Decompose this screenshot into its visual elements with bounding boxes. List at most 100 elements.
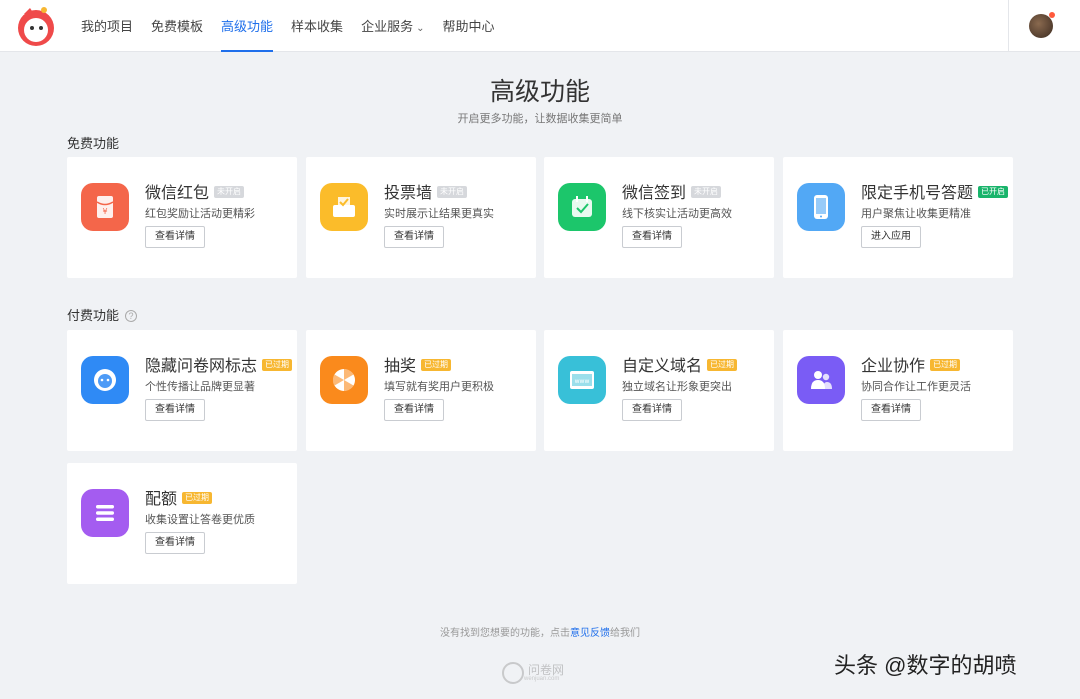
main-nav: 我的项目 免费模板 高级功能 样本收集 企业服务 ⌄ 帮助中心 (72, 0, 503, 52)
card-description: 线下核实让活动更高效 (622, 208, 732, 220)
feature-card-phone-restricted: 限定手机号答题 已开启 用户聚焦让收集更精准 进入应用 (783, 157, 1013, 278)
paid-section-title-text: 付费功能 (67, 308, 120, 323)
www-domain-icon: www (558, 356, 606, 404)
feedback-text-before: 没有找到您想要的功能，点击 (440, 628, 570, 639)
nav-my-projects[interactable]: 我的项目 (72, 0, 142, 52)
enter-app-button[interactable]: 进入应用 (861, 226, 921, 248)
avatar[interactable] (1029, 14, 1053, 38)
card-name: 配额 已过期 (145, 485, 213, 509)
quota-list-icon (81, 489, 129, 537)
footer-logo-text: 问卷网 (528, 663, 565, 677)
feature-card-wechat-red-packet: ¥ 微信红包 未开启 红包奖励让活动更精彩 查看详情 (67, 157, 297, 278)
page-subtitle: 开启更多功能，让数据收集更简单 (457, 113, 623, 125)
card-name: 微信签到 未开启 (622, 179, 722, 203)
status-badge: 未开启 (437, 186, 468, 198)
card-name-text: 微信红包 (145, 185, 210, 202)
app-logo-icon[interactable] (14, 4, 58, 48)
view-details-button[interactable]: 查看详情 (384, 399, 444, 421)
feature-card-hide-brand: 隐藏问卷网标志 已过期 个性传播让品牌更显著 查看详情 (67, 330, 297, 451)
card-description: 填写就有奖用户更积极 (384, 381, 494, 393)
view-details-button[interactable]: 查看详情 (384, 226, 444, 248)
status-badge: 已过期 (707, 359, 738, 371)
nav-free-templates[interactable]: 免费模板 (142, 0, 212, 52)
card-name: 抽奖 已过期 (384, 352, 452, 376)
watermark-text: 头条 @数字的胡喷 (834, 653, 1017, 678)
nav-help-center[interactable]: 帮助中心 (433, 0, 503, 52)
phone-icon (797, 183, 845, 231)
nav-advanced-features-label: 高级功能 (221, 19, 274, 34)
svg-text:¥: ¥ (102, 207, 107, 216)
view-details-button[interactable]: 查看详情 (861, 399, 921, 421)
card-name: 微信红包 未开启 (145, 179, 245, 203)
card-name: 投票墙 未开启 (384, 179, 468, 203)
view-details-button[interactable]: 查看详情 (622, 399, 682, 421)
feedback-prompt: 没有找到您想要的功能，点击意见反馈给我们 (0, 624, 1080, 639)
top-navbar: 我的项目 免费模板 高级功能 样本收集 企业服务 ⌄ 帮助中心 (0, 0, 1080, 52)
footer-logo-text-group: 问卷网 wenjuan.com (524, 664, 564, 682)
card-description: 红包奖励让活动更精彩 (145, 208, 255, 220)
card-name-text: 企业协作 (861, 358, 926, 375)
feature-card-lottery: 抽奖 已过期 填写就有奖用户更积极 查看详情 (306, 330, 536, 451)
card-description: 个性传播让品牌更显著 (145, 381, 255, 393)
card-name: 自定义域名 已过期 (622, 352, 738, 376)
status-badge: 未开启 (214, 186, 245, 198)
nav-advanced-features[interactable]: 高级功能 (212, 0, 282, 52)
card-description: 用户聚焦让收集更精准 (861, 208, 971, 220)
card-name: 限定手机号答题 已开启 (861, 179, 1009, 203)
status-badge: 已过期 (421, 359, 452, 371)
card-name: 企业协作 已过期 (861, 352, 961, 376)
user-menu[interactable] (1008, 0, 1080, 52)
nav-enterprise-services-label: 企业服务 (361, 19, 414, 34)
team-collab-icon (797, 356, 845, 404)
feature-card-quota: 配额 已过期 收集设置让答卷更优质 查看详情 (67, 463, 297, 584)
status-badge: 已过期 (262, 359, 293, 371)
feature-card-custom-domain: www 自定义域名 已过期 独立域名让形象更突出 查看详情 (544, 330, 774, 451)
vote-box-icon (320, 183, 368, 231)
status-badge: 已过期 (182, 492, 213, 504)
feature-card-wechat-checkin: 微信签到 未开启 线下核实让活动更高效 查看详情 (544, 157, 774, 278)
card-name-text: 抽奖 (384, 358, 417, 375)
feedback-text-after: 给我们 (610, 628, 640, 639)
free-section-title-text: 免费功能 (67, 136, 120, 151)
status-badge: 已开启 (978, 186, 1009, 198)
card-name-text: 限定手机号答题 (861, 185, 974, 202)
page-title: 高级功能 (489, 78, 590, 106)
footer-logo-subtext: wenjuan.com (524, 676, 560, 682)
svg-text:www: www (575, 378, 590, 385)
nav-sample-collection[interactable]: 样本收集 (282, 0, 352, 52)
view-details-button[interactable]: 查看详情 (145, 226, 205, 248)
notification-dot (1049, 12, 1055, 18)
chevron-down-icon: ⌄ (416, 23, 425, 34)
status-badge: 已过期 (930, 359, 961, 371)
feature-card-vote-wall: 投票墙 未开启 实时展示让结果更真实 查看详情 (306, 157, 536, 278)
lottery-wheel-icon (320, 356, 368, 404)
card-name-text: 配额 (145, 491, 178, 508)
view-details-button[interactable]: 查看详情 (145, 399, 205, 421)
help-icon[interactable]: ? (125, 310, 138, 322)
feature-card-team-collab: 企业协作 已过期 协同合作让工作更灵活 查看详情 (783, 330, 1013, 451)
card-name-text: 自定义域名 (622, 358, 703, 375)
card-name-text: 投票墙 (384, 185, 433, 202)
card-name-text: 隐藏问卷网标志 (145, 358, 258, 375)
red-envelope-icon: ¥ (81, 183, 129, 231)
card-description: 实时展示让结果更真实 (384, 208, 494, 220)
card-name: 隐藏问卷网标志 已过期 (145, 352, 293, 376)
free-section-title: 免费功能 (67, 133, 119, 152)
brand-logo-icon (81, 356, 129, 404)
footer-logo-icon (502, 662, 524, 684)
nav-enterprise-services[interactable]: 企业服务 ⌄ (352, 0, 433, 52)
paid-section-title: 付费功能? (67, 305, 138, 324)
feedback-link[interactable]: 意见反馈 (570, 628, 610, 639)
card-description: 协同合作让工作更灵活 (861, 381, 971, 393)
card-name-text: 微信签到 (622, 185, 687, 202)
nav-my-projects-label: 我的项目 (81, 19, 134, 34)
nav-free-templates-label: 免费模板 (151, 19, 204, 34)
nav-sample-collection-label: 样本收集 (291, 19, 344, 34)
view-details-button[interactable]: 查看详情 (145, 532, 205, 554)
card-description: 收集设置让答卷更优质 (145, 514, 255, 526)
view-details-button[interactable]: 查看详情 (622, 226, 682, 248)
calendar-check-icon (558, 183, 606, 231)
status-badge: 未开启 (691, 186, 722, 198)
card-description: 独立域名让形象更突出 (622, 381, 732, 393)
footer-logo: 问卷网 wenjuan.com (502, 662, 564, 684)
